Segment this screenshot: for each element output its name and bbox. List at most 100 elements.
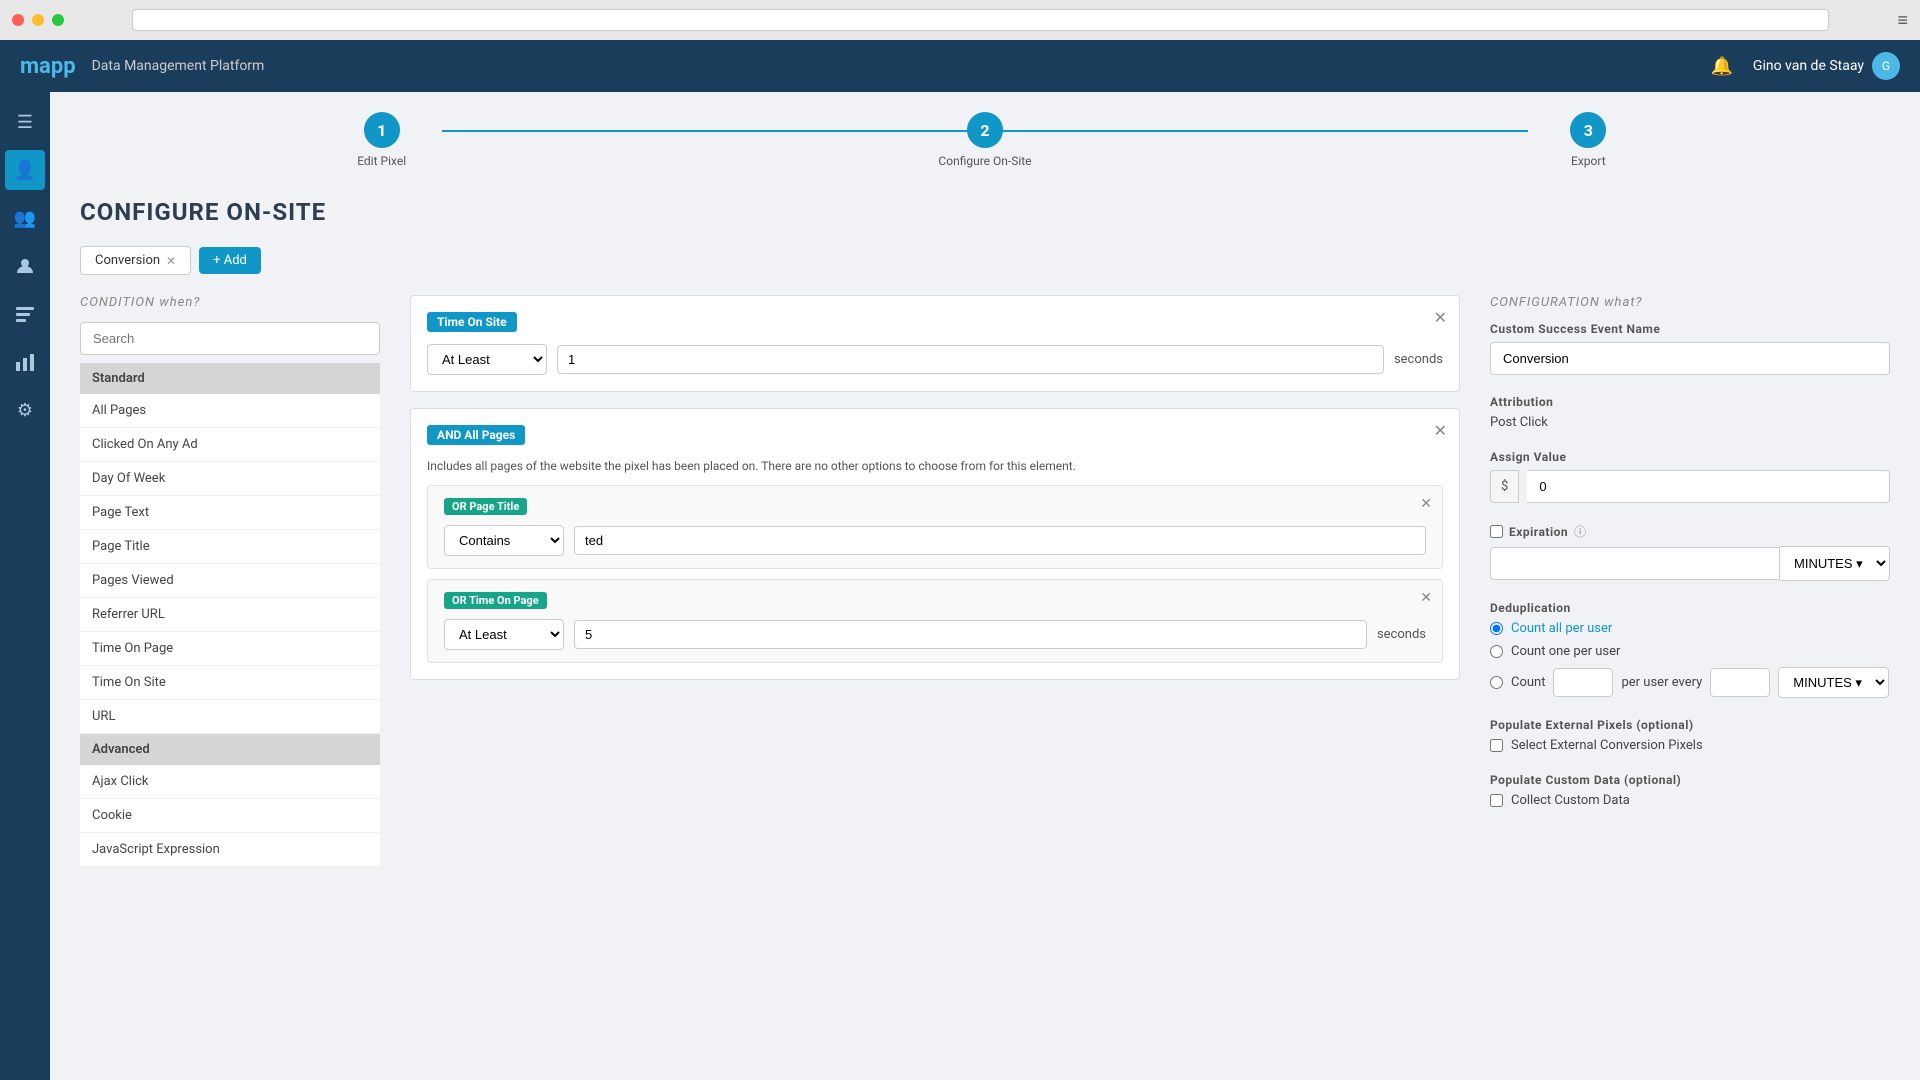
tab-label: Conversion [95,253,160,268]
page-title-input[interactable] [574,526,1426,555]
condition-panel: CONDITION when? Standard All Pages Click… [80,295,380,867]
list-item-url[interactable]: URL [80,700,380,734]
external-pixels-check-label: Select External Conversion Pixels [1511,738,1703,753]
time-on-page-unit: seconds [1377,627,1426,642]
dedup-radio-all[interactable] [1490,622,1503,635]
configuration-panel: CONFIGURATION what? Custom Success Event… [1490,295,1890,867]
card-close-time-on-site[interactable]: ✕ [1434,308,1447,327]
standard-group-header: Standard [80,363,380,394]
dedup-one-per-user[interactable]: Count one per user [1490,644,1890,659]
expiration-label: Expiration [1509,525,1568,539]
minimize-dot[interactable] [32,14,44,26]
expiration-info-icon: ⓘ [1574,523,1586,540]
step-label-3: Export [1571,154,1606,168]
sub-card-close-page-title[interactable]: ✕ [1420,496,1432,512]
list-item-all-pages[interactable]: All Pages [80,394,380,428]
step-circle-3: 3 [1570,112,1606,148]
time-on-site-select[interactable]: At Least [427,344,547,375]
sidebar-item-person[interactable]: 👤 [5,150,45,190]
app-layout: ☰ 👤 👥 ⚙ 1 Edit Pixel 2 Configure On-Site [0,92,1920,1080]
dedup-all-label: Count all per user [1511,621,1612,636]
assign-value-row: $ [1490,470,1890,503]
list-item-ajax-click[interactable]: Ajax Click [80,765,380,799]
dedup-all-per-user[interactable]: Count all per user [1490,621,1890,636]
list-item-page-text[interactable]: Page Text [80,496,380,530]
time-on-site-input[interactable] [557,345,1384,374]
list-item-day-of-week[interactable]: Day Of Week [80,462,380,496]
cards-area: Time On Site ✕ At Least seconds AND All … [410,295,1460,867]
sub-card-badge-time-on-page: OR Time On Page [444,592,547,609]
custom-data-checkbox[interactable] [1490,794,1503,807]
list-item-referrer-url[interactable]: Referrer URL [80,598,380,632]
add-tab-button[interactable]: + Add [199,247,261,274]
dedup-minutes-select[interactable]: MINUTES ▾ [1778,667,1889,698]
sidebar-item-group[interactable] [5,246,45,286]
tab-close-icon[interactable]: ✕ [166,254,176,268]
expiration-checkbox[interactable] [1490,525,1503,538]
stepper-step-2: 2 Configure On-Site [683,112,1286,168]
expiration-label-row: Expiration ⓘ [1490,523,1890,540]
sidebar-item-segments[interactable] [5,294,45,334]
two-col-layout: CONDITION when? Standard All Pages Click… [80,295,1890,867]
list-item-pages-viewed[interactable]: Pages Viewed [80,564,380,598]
dedup-every-input[interactable] [1710,668,1770,697]
list-item-time-on-page[interactable]: Time On Page [80,632,380,666]
user-menu[interactable]: Gino van de Staay G [1753,52,1900,80]
time-on-page-input[interactable] [574,620,1367,649]
tab-conversion[interactable]: Conversion ✕ [80,246,191,275]
maximize-dot[interactable] [52,14,64,26]
step-circle-2: 2 [967,112,1003,148]
list-item-cookie[interactable]: Cookie [80,799,380,833]
assign-value-input[interactable] [1527,470,1890,503]
dedup-radio-count[interactable] [1490,676,1503,689]
custom-data-row: Collect Custom Data [1490,793,1890,808]
sidebar-item-people[interactable]: 👥 [5,198,45,238]
sidebar-item-analytics[interactable] [5,342,45,382]
card-close-all-pages[interactable]: ✕ [1434,421,1447,440]
external-pixels-checkbox[interactable] [1490,739,1503,752]
external-pixels-label: Populate External Pixels (optional) [1490,718,1890,732]
sub-card-time-on-page: OR Time On Page ✕ At Least seconds [427,579,1443,663]
custom-event-label: Custom Success Event Name [1490,322,1890,336]
step-label-2: Configure On-Site [938,154,1031,168]
sidebar-item-settings[interactable]: ⚙ [5,390,45,430]
custom-event-input[interactable] [1490,342,1890,375]
attribution-value: Post Click [1490,415,1890,430]
main-content: 1 Edit Pixel 2 Configure On-Site 3 Expor… [50,92,1920,1080]
tabs-row: Conversion ✕ + Add [80,246,1890,275]
assign-value-section: Assign Value $ [1490,450,1890,503]
step-circle-1: 1 [364,112,400,148]
dedup-radio-one[interactable] [1490,645,1503,658]
advanced-group-header: Advanced [80,734,380,765]
bell-icon[interactable]: 🔔 [1711,56,1733,77]
expiration-section: Expiration ⓘ MINUTES ▾ [1490,523,1890,581]
configuration-header: CONFIGURATION what? [1490,295,1890,310]
sidebar: ☰ 👤 👥 ⚙ [0,92,50,1080]
list-item-js-expression[interactable]: JavaScript Expression [80,833,380,867]
list-item-time-on-site[interactable]: Time On Site [80,666,380,700]
card-body-time-on-site: At Least seconds [427,344,1443,375]
page-title: CONFIGURE ON-SITE [80,198,1890,226]
attribution-label: Attribution [1490,395,1890,409]
dedup-count-input[interactable] [1553,668,1613,697]
sub-card-page-title: OR Page Title ✕ Contains [427,485,1443,569]
address-bar[interactable] [132,9,1829,31]
sub-card-close-time-on-page[interactable]: ✕ [1420,590,1432,606]
card-info-all-pages: Includes all pages of the website the pi… [427,457,1443,475]
top-nav-right: 🔔 Gino van de Staay G [1711,52,1901,80]
stepper: 1 Edit Pixel 2 Configure On-Site 3 Expor… [80,112,1890,168]
list-item-page-title[interactable]: Page Title [80,530,380,564]
sidebar-item-menu[interactable]: ☰ [5,102,45,142]
time-on-page-select[interactable]: At Least [444,619,564,650]
assign-value-prefix: $ [1490,470,1519,503]
menu-icon[interactable]: ≡ [1897,10,1908,31]
expiration-unit-select[interactable]: MINUTES ▾ [1780,546,1890,581]
close-dot[interactable] [12,14,24,26]
deduplication-label: Deduplication [1490,601,1890,615]
expiration-input[interactable] [1490,547,1780,580]
list-item-clicked-on-any-ad[interactable]: Clicked On Any Ad [80,428,380,462]
sub-card-body-page-title: Contains [444,525,1426,556]
search-input[interactable] [80,322,380,355]
page-title-select[interactable]: Contains [444,525,564,556]
assign-value-label: Assign Value [1490,450,1890,464]
